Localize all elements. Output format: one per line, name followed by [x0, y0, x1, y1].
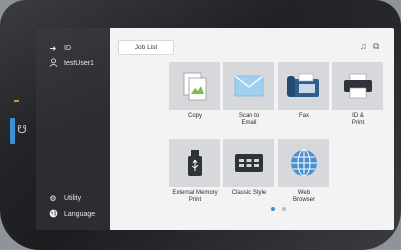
touch-screen: ➜ ID testUser1 ⚙ Utility Language Job Li…: [36, 28, 394, 230]
tile-web-browser[interactable]: Web Browser: [278, 139, 329, 203]
tile-label: ID & Print: [351, 113, 365, 126]
tile-scan-to-email[interactable]: Scan to Email: [223, 62, 274, 126]
sidebar-id-label: ID: [64, 45, 71, 52]
user-icon: [46, 58, 60, 69]
access-button[interactable]: ☋: [14, 122, 30, 138]
status-led: [14, 100, 19, 102]
language-globe-icon: [46, 209, 60, 220]
job-list-button[interactable]: Job List: [118, 40, 174, 55]
sidebar-item-utility[interactable]: ⚙ Utility: [46, 194, 81, 203]
tile-classic-style[interactable]: Classic Style: [223, 139, 274, 197]
sidebar-user-label: testUser1: [64, 60, 94, 67]
sidebar-utility-label: Utility: [64, 195, 82, 202]
keyboard-icon: [223, 139, 274, 187]
document-status-icon[interactable]: ⧉: [373, 40, 379, 52]
sidebar: ➜ ID testUser1 ⚙ Utility Language: [36, 28, 110, 230]
sidebar-item-language[interactable]: Language: [46, 209, 95, 220]
usb-icon: [169, 139, 220, 187]
fax-icon: [278, 62, 329, 110]
tile-fax[interactable]: Fax: [278, 62, 329, 120]
printer-icon: [332, 62, 383, 110]
tile-external-memory-print[interactable]: External Memory Print: [169, 139, 220, 203]
login-icon: ➜: [49, 44, 57, 53]
page-indicator-active[interactable]: [271, 207, 275, 211]
device-bezel: ☋ ➜ ID testUser1 ⚙ Utility Language Job …: [0, 0, 401, 250]
copy-icon: [169, 62, 220, 110]
sidebar-item-user[interactable]: testUser1: [46, 58, 94, 69]
main-panel: Job List ♫ ⧉ Copy Scan to Email Fax ID &…: [110, 28, 394, 230]
page-indicator[interactable]: [282, 207, 286, 211]
sidebar-item-id[interactable]: ➜ ID: [46, 44, 71, 53]
tile-copy[interactable]: Copy: [169, 62, 220, 120]
gear-icon: ⚙: [49, 194, 57, 203]
tile-id-print[interactable]: ID & Print: [332, 62, 383, 126]
email-icon: [223, 62, 274, 110]
bell-icon[interactable]: ♫: [360, 40, 367, 52]
sidebar-language-label: Language: [64, 211, 96, 218]
globe-icon: [278, 139, 329, 187]
tile-label: Web Browser: [292, 190, 315, 203]
